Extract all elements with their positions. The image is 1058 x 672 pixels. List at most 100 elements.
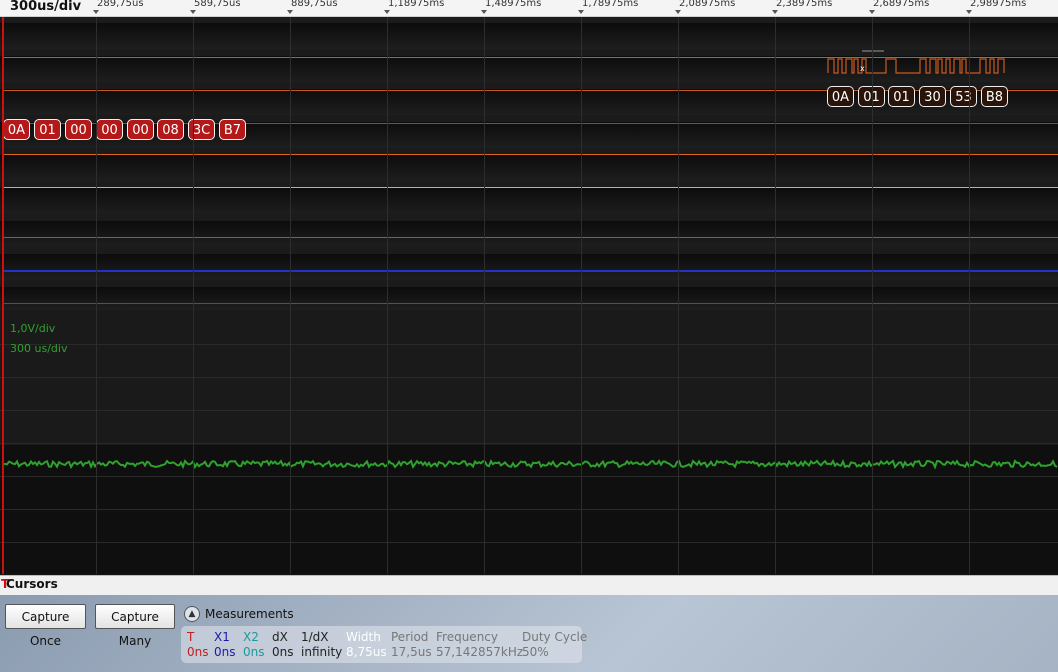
digital-channels[interactable]: x 0A 01 00 00 00 08 3C B7 0A 01 01 30 53… — [0, 17, 1058, 310]
tick-label: 1,48975ms — [485, 0, 542, 9]
measure-duty-cycle: Duty Cycle 50% — [522, 630, 587, 660]
channel-trace — [3, 270, 1058, 272]
cursors-bar[interactable]: T Cursors — [0, 575, 1058, 595]
tick-label: 589,75us — [194, 0, 241, 9]
tick-label: 2,68975ms — [873, 0, 930, 9]
tick-mark — [481, 10, 487, 14]
time-ruler[interactable]: 300us/div 289,75us 589,75us 889,75us 1,1… — [0, 0, 1058, 17]
tick-mark — [772, 10, 778, 14]
grid-line — [0, 509, 1058, 510]
tx-byte[interactable]: 01 — [34, 119, 61, 140]
measure-x2: X2 0ns — [243, 630, 265, 660]
channel-lane — [0, 287, 1058, 310]
grid-line — [0, 476, 1058, 477]
grid-line — [678, 17, 679, 574]
measure-x1: X1 0ns — [214, 630, 236, 660]
grid-line — [775, 17, 776, 574]
grid-line — [0, 377, 1058, 378]
rx-byte[interactable]: B8 — [981, 86, 1008, 107]
measure-header: Frequency — [436, 630, 498, 644]
tick-label: 2,38975ms — [776, 0, 833, 9]
tx-byte[interactable]: 00 — [127, 119, 154, 140]
channel-trace — [3, 154, 1058, 155]
rx-waveform: x — [827, 50, 1005, 74]
measure-t: T 0ns — [187, 630, 209, 660]
tx-byte[interactable]: 00 — [96, 119, 123, 140]
measure-inv-dx: 1/dX infinity — [301, 630, 342, 660]
grid-line — [484, 17, 485, 574]
oscilloscope-app: 300us/div 289,75us 589,75us 889,75us 1,1… — [0, 0, 1058, 672]
grid-line — [0, 443, 1058, 444]
channel-lane — [0, 155, 1058, 181]
channel-lane — [0, 221, 1058, 247]
rx-byte[interactable]: 53 — [950, 86, 977, 107]
tx-byte[interactable]: 00 — [65, 119, 92, 140]
tx-byte[interactable]: 08 — [157, 119, 184, 140]
measure-header: Width — [346, 630, 381, 644]
tick-label: 2,98975ms — [970, 0, 1027, 9]
tick-label: 1,18975ms — [388, 0, 445, 9]
tick-label: 289,75us — [97, 0, 144, 9]
rx-byte[interactable]: 0A — [827, 86, 854, 107]
channel-trace — [3, 237, 1058, 238]
measure-width: Width 8,75us — [346, 630, 387, 660]
grid-line — [0, 344, 1058, 345]
trigger-cursor[interactable] — [2, 17, 4, 574]
tick-label: 1,78975ms — [582, 0, 639, 9]
measure-value: 57,142857kHz — [436, 645, 524, 659]
tick-mark — [869, 10, 875, 14]
capture-once-button[interactable]: Capture Once — [5, 604, 86, 648]
tick-mark — [384, 10, 390, 14]
measurements-panel: T 0ns X1 0ns X2 0ns dX 0ns 1/dX infinity… — [181, 626, 587, 663]
grid-line — [872, 17, 873, 574]
measure-value: 17,5us — [391, 645, 432, 659]
tick-mark — [966, 10, 972, 14]
grid-line — [193, 17, 194, 574]
measure-value: 8,75us — [346, 645, 387, 659]
measure-value: 0ns — [187, 645, 209, 659]
grid-line — [969, 17, 970, 574]
tick-mark — [675, 10, 681, 14]
measure-value: 0ns — [243, 645, 265, 659]
measure-header: Period — [391, 630, 429, 644]
analog-trace — [3, 458, 1058, 470]
tick-mark — [190, 10, 196, 14]
capture-many-button[interactable]: Capture Many — [95, 604, 175, 648]
chevron-up-icon[interactable]: ▲ — [184, 606, 200, 622]
tick-label: 2,08975ms — [679, 0, 736, 9]
tick-mark — [287, 10, 293, 14]
measure-dx: dX 0ns — [272, 630, 294, 660]
channel-lane — [0, 188, 1058, 214]
measurements-label[interactable]: Measurements — [205, 607, 294, 621]
tick-mark — [578, 10, 584, 14]
channel-trace — [3, 303, 1058, 304]
analog-channel[interactable]: 1,0V/div 300 us/div — [0, 310, 1058, 574]
grid-line — [0, 410, 1058, 411]
measure-header: Duty Cycle — [522, 630, 588, 644]
grid-line — [0, 542, 1058, 543]
measure-header: X2 — [243, 630, 259, 644]
measure-value: 0ns — [272, 645, 294, 659]
cursors-title: Cursors — [6, 577, 58, 591]
measure-period: Period 17,5us — [391, 630, 432, 660]
control-panel: Capture Once Capture Many ▲ Measurements… — [0, 595, 1058, 672]
measure-value: infinity — [301, 645, 343, 659]
svg-text:x: x — [860, 64, 865, 73]
measure-header: 1/dX — [301, 630, 329, 644]
grid-line — [387, 17, 388, 574]
grid-line — [290, 17, 291, 574]
grid-line — [96, 17, 97, 574]
grid-line — [581, 17, 582, 574]
measure-header: dX — [272, 630, 288, 644]
channel-trace — [3, 187, 1058, 188]
measure-header: X1 — [214, 630, 230, 644]
rx-byte[interactable]: 01 — [888, 86, 915, 107]
tick-mark — [93, 10, 99, 14]
measure-frequency: Frequency 57,142857kHz — [436, 630, 523, 660]
measure-value: 50% — [522, 645, 549, 659]
timebase-label: 300us/div — [10, 0, 82, 14]
rx-byte[interactable]: 30 — [919, 86, 946, 107]
tx-byte[interactable]: 0A — [3, 119, 30, 140]
tx-byte[interactable]: B7 — [219, 119, 246, 140]
volts-per-div-label: 1,0V/div — [10, 322, 56, 335]
